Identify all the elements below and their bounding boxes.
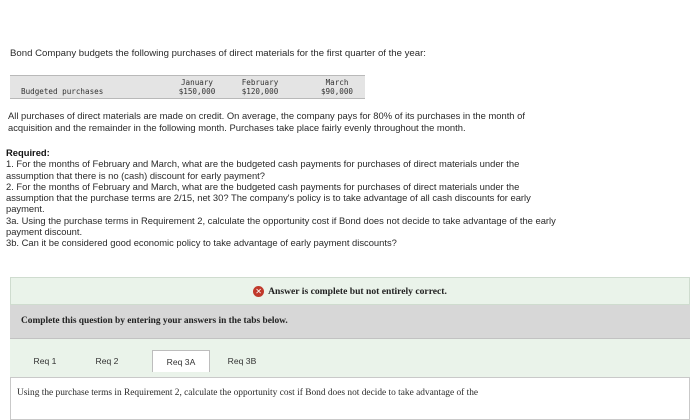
required-line: payment. (6, 203, 45, 215)
required-line: assumption that the purchase terms are 2… (6, 192, 531, 204)
required-line: payment discount. (6, 226, 83, 238)
intro-text: Bond Company budgets the following purch… (10, 48, 426, 59)
paragraph-line: All purchases of direct materials are ma… (8, 110, 525, 121)
required-line: 1. For the months of February and March,… (6, 158, 520, 170)
required-section: Required: 1. For the months of February … (6, 147, 671, 249)
tab-req-2[interactable]: Req 2 (82, 350, 132, 372)
required-line: 2. For the months of February and March,… (6, 180, 520, 192)
tab-content-text: Using the purchase terms in Requirement … (17, 388, 479, 398)
answer-status-banner: ✕ Answer is complete but not entirely co… (10, 277, 690, 305)
required-line: 3b. Can it be considered good economic p… (6, 237, 397, 249)
month-value: $150,000 (178, 86, 216, 96)
homework-page: Bond Company budgets the following purch… (0, 0, 700, 420)
budget-table: Budgeted purchases January $150,000 Febr… (10, 75, 365, 99)
budget-row-label: Budgeted purchases (21, 87, 104, 96)
paragraph-line: acquisition and the remainder in the fol… (8, 121, 466, 133)
requirement-tabs: Req 1 Req 2 Req 3A Req 3B (10, 339, 690, 377)
answer-status-text: Answer is complete but not entirely corr… (268, 285, 447, 297)
required-heading: Required: (6, 147, 50, 158)
budget-col-january: January $150,000 (172, 78, 222, 96)
budget-col-february: February $120,000 (235, 78, 285, 96)
instruction-banner: Complete this question by entering your … (10, 305, 690, 339)
month-value: $120,000 (241, 86, 279, 96)
x-circle-icon: ✕ (253, 285, 265, 297)
tab-req-3a[interactable]: Req 3A (152, 350, 210, 372)
tab-req-3b[interactable]: Req 3B (217, 350, 267, 372)
tab-content-panel: Using the purchase terms in Requirement … (10, 377, 690, 420)
instruction-text: Complete this question by entering your … (21, 316, 288, 326)
required-line: 3a. Using the purchase terms in Requirem… (6, 214, 556, 226)
payment-paragraph: All purchases of direct materials are ma… (8, 110, 648, 133)
required-line: assumption that there is no (cash) disco… (6, 169, 265, 181)
tab-req-1[interactable]: Req 1 (25, 350, 65, 372)
budget-col-march: March $90,000 (312, 78, 362, 96)
month-value: $90,000 (320, 86, 353, 96)
